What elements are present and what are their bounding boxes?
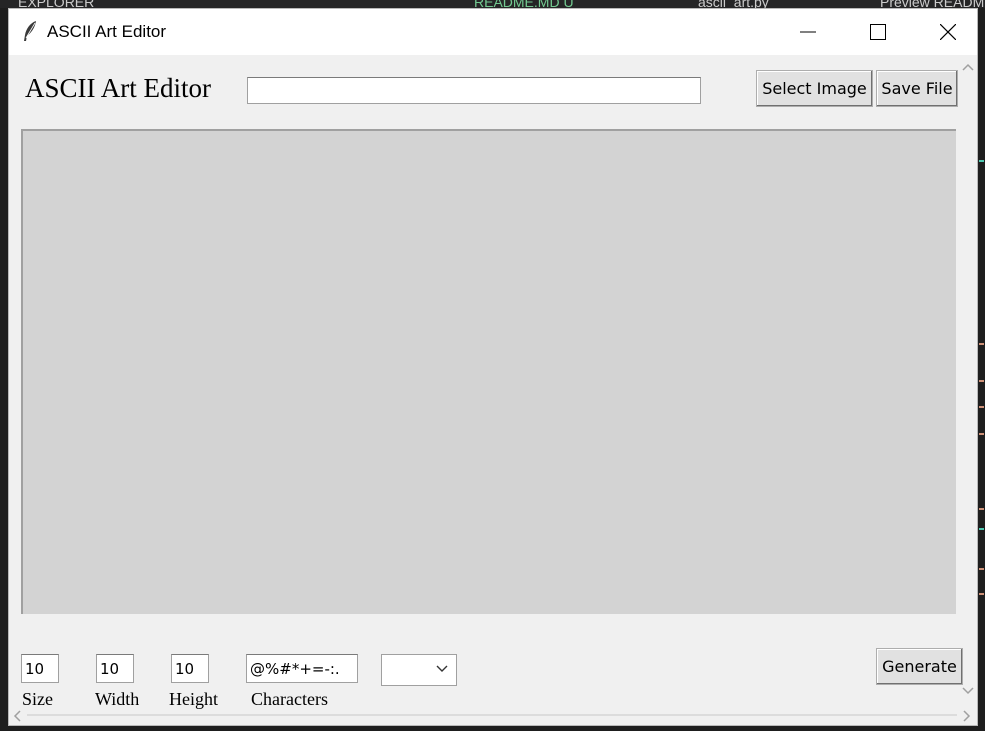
window-title: ASCII Art Editor (47, 22, 167, 41)
ascii-canvas[interactable] (21, 129, 956, 614)
maximize-icon (870, 24, 886, 40)
feather-icon (21, 20, 39, 42)
chevron-down-icon[interactable] (962, 687, 974, 695)
image-path-input[interactable] (247, 77, 701, 104)
app-heading: ASCII Art Editor (25, 73, 211, 103)
background-tab-strip: EXPLORER README.MD U ascii_art.py Previe… (0, 0, 985, 8)
minimize-button[interactable] (785, 9, 831, 55)
characters-input[interactable]: @%#*+=-:. (246, 654, 358, 683)
chevron-left-icon[interactable] (13, 710, 21, 722)
vertical-scrollbar[interactable] (958, 59, 977, 707)
app-window: ASCII Art Editor ASCII Art Editor Select… (8, 8, 978, 726)
close-button[interactable] (925, 9, 971, 55)
maximize-button[interactable] (855, 9, 901, 55)
size-input[interactable]: 10 (21, 654, 59, 683)
save-file-button[interactable]: Save File (876, 70, 958, 107)
background-tab-ascii-art: ascii_art.py (698, 0, 769, 8)
horizontal-scroll-track[interactable] (27, 714, 957, 716)
background-tab-explorer: EXPLORER (18, 0, 95, 8)
option-dropdown[interactable] (381, 654, 457, 686)
horizontal-scrollbar[interactable] (9, 707, 977, 725)
select-image-button[interactable]: Select Image (756, 70, 873, 107)
background-tab-preview: Preview README (880, 0, 985, 8)
height-input[interactable]: 10 (171, 654, 209, 683)
chevron-up-icon[interactable] (962, 63, 974, 71)
chevron-down-icon (436, 665, 448, 672)
background-editor-edge (978, 8, 985, 731)
background-editor-bottom (0, 726, 985, 731)
generate-button[interactable]: Generate (876, 648, 963, 685)
chevron-right-icon[interactable] (963, 710, 971, 722)
title-bar: ASCII Art Editor (9, 9, 977, 55)
width-input[interactable]: 10 (96, 654, 134, 683)
close-icon (940, 24, 956, 40)
background-tab-readme: README.MD U (474, 0, 574, 8)
minimize-icon (800, 31, 816, 33)
